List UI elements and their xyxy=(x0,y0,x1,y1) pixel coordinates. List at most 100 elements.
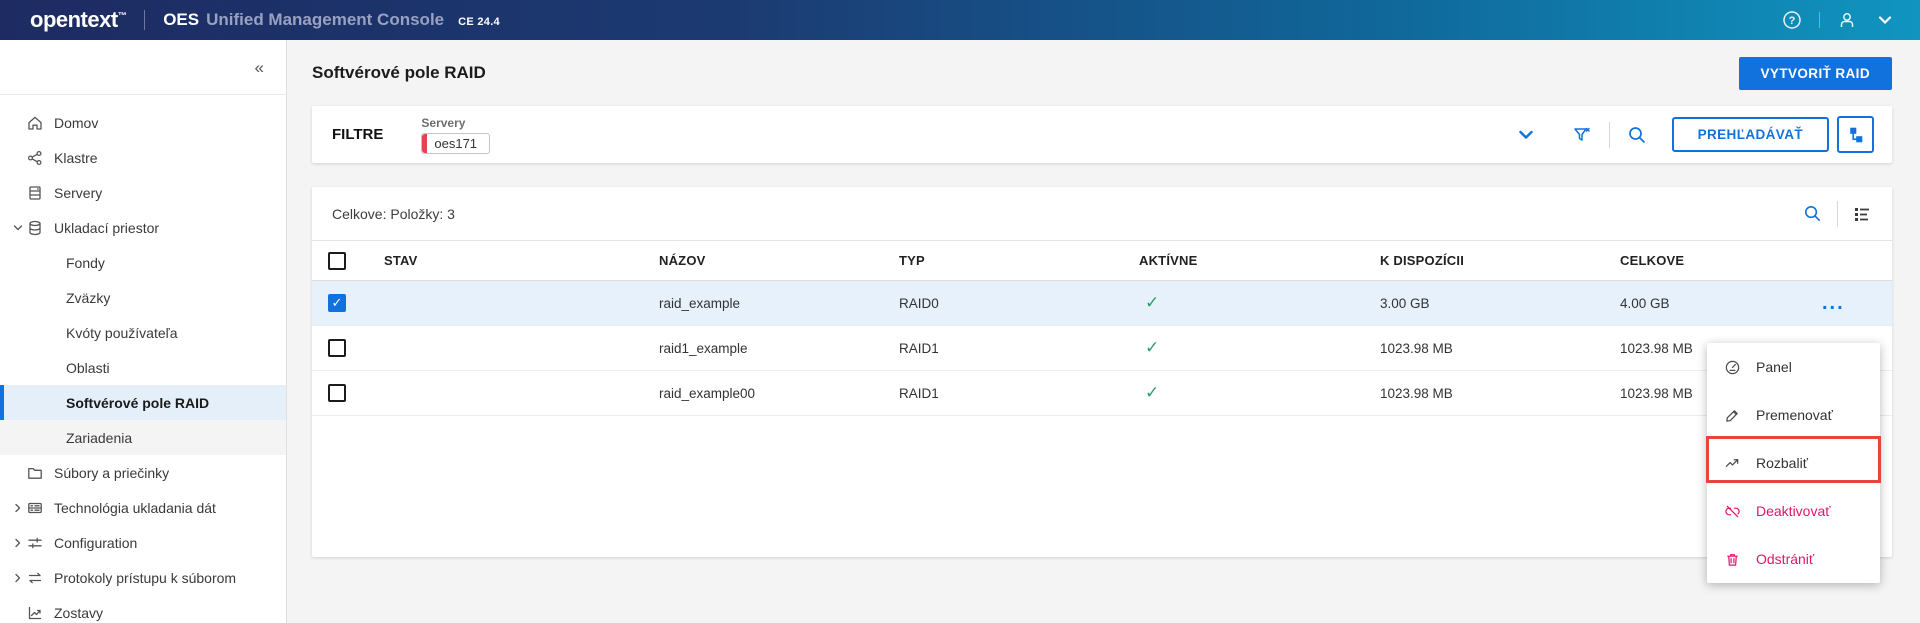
server-filter-chip[interactable]: oes171 xyxy=(421,132,491,154)
sidebar-item-label: Kvóty používateľa xyxy=(66,324,178,341)
sidebar-item-label: Zostavy xyxy=(54,604,104,621)
sidebar-collapse-button[interactable]: « xyxy=(255,59,264,76)
column-header-available: K DISPOZÍCII xyxy=(1380,253,1465,268)
create-raid-button[interactable]: VYTVORIŤ RAID xyxy=(1738,56,1892,90)
sidebar-item-protokoly-pristupu-k-suborom[interactable]: Protokoly prístupu k súborom xyxy=(0,560,286,595)
sidebar-header: « xyxy=(0,40,286,95)
database-icon xyxy=(26,219,54,237)
sidebar-item-fondy[interactable]: Fondy xyxy=(0,245,286,280)
sidebar-item-configuration[interactable]: Configuration xyxy=(0,525,286,560)
clear-filter-icon[interactable] xyxy=(1571,124,1593,146)
transfer-arrows-icon xyxy=(26,569,54,587)
available-size: 1023.98 MB xyxy=(1380,385,1453,401)
sidebar-item-kvoty-pouzivatela[interactable]: Kvóty používateľa xyxy=(0,315,286,350)
filter-bar: FILTRE Servery oes171 PREHĽADÁVAŤ xyxy=(312,106,1892,163)
sidebar-item-label: Domov xyxy=(54,114,99,131)
table-row[interactable]: raid_example00 RAID1 ✓ 1023.98 MB 1023.9… xyxy=(312,371,1892,416)
filter-label: FILTRE xyxy=(332,126,384,143)
version-badge: CE 24.4 xyxy=(458,15,500,28)
raid-type: RAID1 xyxy=(899,385,939,401)
folder-icon xyxy=(26,464,54,482)
topbar-divider xyxy=(144,10,146,30)
raid-name: raid_example xyxy=(659,295,741,311)
tree-view-toggle-button[interactable] xyxy=(1837,116,1874,153)
sidebar-item-technologia-ukladania-dat[interactable]: Technológia ukladania dát xyxy=(0,490,286,525)
active-check-icon: ✓ xyxy=(1145,293,1160,312)
menu-item-premenovat[interactable]: Premenovať xyxy=(1707,391,1880,439)
menu-item-odstranit[interactable]: Odstrániť xyxy=(1707,535,1880,583)
available-size: 1023.98 MB xyxy=(1380,340,1453,356)
sidebar-item-servery[interactable]: Servery xyxy=(0,175,286,210)
select-all-checkbox[interactable] xyxy=(328,251,346,270)
svg-text:?: ? xyxy=(1789,15,1796,27)
column-settings-icon[interactable] xyxy=(1852,204,1872,224)
chip-value: oes171 xyxy=(434,135,478,151)
filter-expand-chevron-icon[interactable] xyxy=(1517,126,1535,144)
home-icon xyxy=(26,114,54,132)
menu-item-deaktivovat[interactable]: Deaktivovať xyxy=(1707,487,1880,535)
chevron-right-icon[interactable] xyxy=(0,502,26,514)
main-content: Softvérové pole RAID VYTVORIŤ RAID FILTR… xyxy=(287,40,1920,623)
opentext-logo: opentext™ xyxy=(30,7,127,32)
menu-item-rozbalit[interactable]: Rozbaliť xyxy=(1707,439,1880,487)
raid-name: raid1_example xyxy=(659,340,748,356)
user-account-icon[interactable] xyxy=(1836,9,1858,31)
sidebar-item-label: Protokoly prístupu k súborom xyxy=(54,569,237,586)
raid-type: RAID1 xyxy=(899,340,939,356)
sidebar-item-label: Klastre xyxy=(54,149,98,166)
chevron-right-icon[interactable] xyxy=(0,572,26,584)
top-bar: opentext™ OES Unified Management Console… xyxy=(0,0,1920,40)
page-title: Softvérové pole RAID xyxy=(312,63,486,82)
sidebar-item-domov[interactable]: Domov xyxy=(0,105,286,140)
row-more-menu-button[interactable]: ... xyxy=(1822,293,1892,313)
help-icon[interactable]: ? xyxy=(1781,9,1803,31)
trash-icon xyxy=(1727,553,1738,566)
sidebar-item-label: Configuration xyxy=(54,534,138,551)
table-search-icon[interactable] xyxy=(1802,203,1823,224)
sidebar-nav: Domov Klastre Servery Ukladací priestor … xyxy=(0,95,286,623)
table-row[interactable]: raid1_example RAID1 ✓ 1023.98 MB 1023.98… xyxy=(312,326,1892,371)
sidebar-item-label: Zariadenia xyxy=(66,429,133,446)
sidebar-item-zariadenia[interactable]: Zariadenia xyxy=(0,420,286,455)
filter-search-icon[interactable] xyxy=(1626,124,1648,146)
sidebar-item-label: Technológia ukladania dát xyxy=(54,499,216,516)
row-checkbox[interactable] xyxy=(328,339,346,357)
sidebar-item-ukladaci-priestor[interactable]: Ukladací priestor xyxy=(0,210,286,245)
column-header-active: AKTÍVNE xyxy=(1139,253,1198,268)
topbar-icon-divider xyxy=(1819,12,1820,28)
account-menu-chevron-icon[interactable] xyxy=(1874,9,1896,31)
sidebar-item-zvazky[interactable]: Zväzky xyxy=(0,280,286,315)
sidebar-item-softverove-pole-raid[interactable]: Softvérové pole RAID xyxy=(0,385,286,420)
pencil-icon xyxy=(1726,409,1738,422)
sidebar: « Domov Klastre Servery Ukladací priesto… xyxy=(0,40,287,623)
storage-tech-icon xyxy=(26,499,54,517)
sidebar-item-label: Oblasti xyxy=(66,359,110,376)
sidebar-item-label: Zväzky xyxy=(66,289,111,306)
raid-type: RAID0 xyxy=(899,295,939,311)
column-header-name: NÁZOV xyxy=(659,253,706,268)
browse-button[interactable]: PREHĽADÁVAŤ xyxy=(1671,117,1829,152)
sidebar-item-zostavy[interactable]: Zostavy xyxy=(0,595,286,623)
sidebar-item-subory-a-priecinky[interactable]: Súbory a priečinky xyxy=(0,455,286,490)
menu-item-panel[interactable]: Panel xyxy=(1707,343,1880,391)
items-count-summary: Celkove: Položky: 3 xyxy=(332,205,455,222)
cluster-icon xyxy=(26,149,54,167)
filter-divider xyxy=(1608,121,1610,148)
sidebar-item-klastre[interactable]: Klastre xyxy=(0,140,286,175)
menu-item-label: Panel xyxy=(1756,359,1792,375)
row-checkbox[interactable]: ✓ xyxy=(328,294,346,312)
menu-item-label: Odstrániť xyxy=(1756,551,1815,567)
server-icon xyxy=(26,184,54,202)
chevron-down-icon[interactable] xyxy=(0,222,26,234)
chevron-right-icon[interactable] xyxy=(0,537,26,549)
table-row[interactable]: ✓ raid_example RAID0 ✓ 3.00 GB 4.00 GB .… xyxy=(312,281,1892,326)
row-checkbox[interactable] xyxy=(328,384,346,402)
chip-status-bar xyxy=(422,133,428,153)
filter-field-servers: Servery oes171 xyxy=(421,116,491,154)
sliders-icon xyxy=(26,534,54,552)
column-header-type: TYP xyxy=(899,253,925,268)
sidebar-item-oblasti[interactable]: Oblasti xyxy=(0,350,286,385)
row-context-menu: Panel Premenovať Rozbaliť Deaktivovať Od… xyxy=(1706,343,1881,583)
table-header-row: STAV NÁZOV TYP AKTÍVNE K DISPOZÍCII CELK… xyxy=(312,241,1892,281)
sidebar-item-label: Ukladací priestor xyxy=(54,219,160,236)
